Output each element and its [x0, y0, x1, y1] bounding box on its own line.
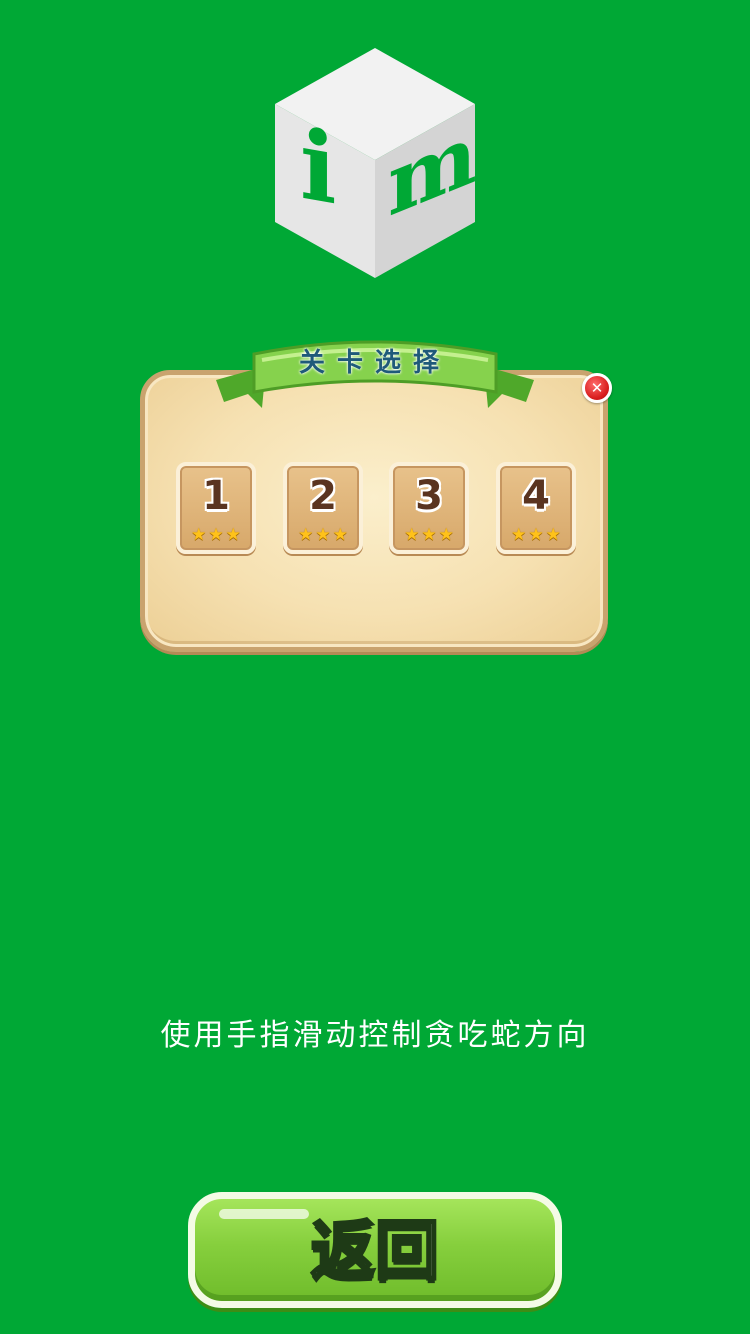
level-stars: ★ ★ ★ — [287, 526, 359, 544]
star-icon: ★ — [225, 525, 241, 545]
level-number: 3 — [415, 473, 443, 519]
star-icon: ★ — [528, 525, 544, 545]
back-button[interactable]: 返回 — [188, 1192, 562, 1308]
logo-cube-icon: i m — [275, 48, 477, 278]
star-icon: ★ — [298, 525, 314, 545]
star-icon: ★ — [191, 525, 207, 545]
level-tile-3[interactable]: 3 ★ ★ ★ — [389, 462, 469, 554]
close-button[interactable]: ✕ — [582, 373, 612, 403]
back-button-label: 返回 — [310, 1215, 441, 1289]
level-number: 2 — [309, 473, 337, 519]
control-hint: 使用手指滑动控制贪吃蛇方向 — [160, 1018, 590, 1053]
level-stars: ★ ★ ★ — [180, 526, 252, 544]
star-icon: ★ — [438, 525, 454, 545]
level-select-title: 关卡选择 — [298, 348, 451, 378]
logo-letter-i: i — [300, 107, 336, 227]
star-icon: ★ — [545, 525, 561, 545]
close-icon: ✕ — [590, 379, 604, 397]
star-icon: ★ — [332, 525, 348, 545]
star-icon: ★ — [315, 525, 331, 545]
star-icon: ★ — [208, 525, 224, 545]
level-stars: ★ ★ ★ — [393, 526, 465, 544]
star-icon: ★ — [421, 525, 437, 545]
level-tile-1[interactable]: 1 ★ ★ ★ — [176, 462, 256, 554]
level-number: 1 — [202, 473, 230, 519]
star-icon: ★ — [404, 525, 420, 545]
level-tile-2[interactable]: 2 ★ ★ ★ — [283, 462, 363, 554]
star-icon: ★ — [511, 525, 527, 545]
level-stars: ★ ★ ★ — [500, 526, 572, 544]
level-number: 4 — [522, 473, 550, 519]
level-tile-4[interactable]: 4 ★ ★ ★ — [496, 462, 576, 554]
